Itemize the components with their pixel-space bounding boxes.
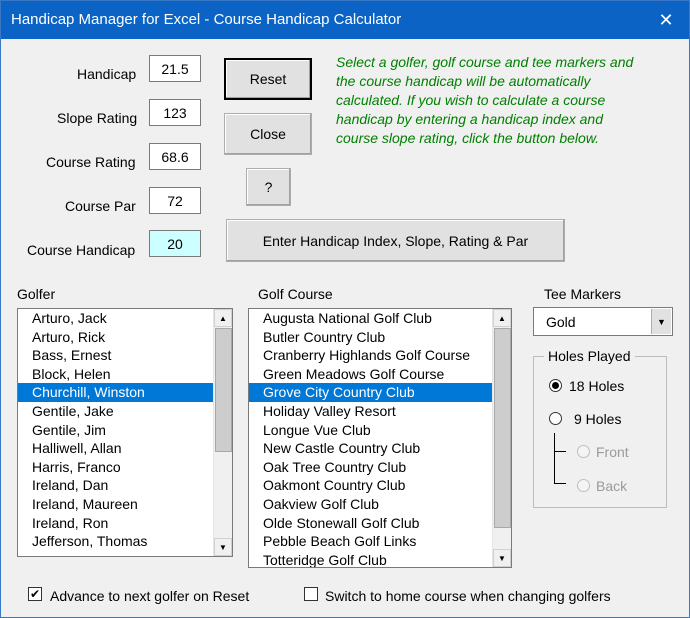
radio-9-holes-label: 9 Holes — [574, 411, 622, 427]
tree-connector — [554, 483, 566, 484]
course-par-label: Course Par — [65, 198, 136, 214]
chevron-down-icon[interactable]: ▼ — [651, 309, 671, 334]
list-item[interactable]: Oakmont Country Club — [249, 476, 492, 495]
list-item[interactable]: Cranberry Highlands Golf Course — [249, 346, 492, 365]
list-item[interactable]: Grove City Country Club — [249, 383, 492, 402]
slope-rating-label: Slope Rating — [57, 110, 138, 126]
enter-handicap-button[interactable]: Enter Handicap Index, Slope, Rating & Pa… — [226, 219, 565, 262]
list-item[interactable]: Pebble Beach Golf Links — [249, 532, 492, 551]
radio-18-holes-label: 18 Holes — [569, 378, 625, 394]
list-item[interactable]: Butler Country Club — [249, 328, 492, 347]
course-handicap-label: Course Handicap — [27, 242, 136, 258]
course-scrollbar[interactable]: ▲ ▼ — [492, 309, 511, 567]
golfer-listbox[interactable]: Arturo, Jack Arturo, Rick Bass, Ernest Bloc… — [17, 308, 233, 557]
course-rating-field[interactable]: 68.6 — [149, 143, 201, 170]
golf-course-list: Augusta National Golf Club Butler Country… — [249, 309, 492, 567]
list-item[interactable]: Arturo, Rick — [18, 328, 213, 347]
list-item[interactable]: Harris, Franco — [18, 458, 213, 477]
list-item[interactable]: Churchill, Winston — [18, 383, 213, 402]
handicap-label: Handicap — [77, 66, 137, 82]
list-item[interactable]: Olde Stonewall Golf Club — [249, 514, 492, 533]
tee-markers-label: Tee Markers — [544, 286, 622, 302]
list-item[interactable]: New Castle Country Club — [249, 439, 492, 458]
advance-golfer-label: Advance to next golfer on Reset — [50, 588, 250, 604]
golfer-scrollbar[interactable]: ▲ ▼ — [213, 309, 232, 556]
list-item[interactable]: Ireland, Maureen — [18, 495, 213, 514]
list-item[interactable]: Gentile, Jim — [18, 421, 213, 440]
radio-front-label: Front — [596, 444, 629, 460]
switch-home-course-checkbox[interactable] — [304, 587, 318, 601]
help-button[interactable]: ? — [246, 168, 291, 206]
radio-9-holes[interactable] — [549, 412, 562, 425]
instructions-text: Select a golfer, golf course and tee mar… — [336, 54, 634, 146]
course-handicap-field: 20 — [149, 230, 201, 257]
course-par-field[interactable]: 72 — [149, 187, 201, 214]
slope-rating-field[interactable]: 123 — [149, 99, 201, 126]
close-icon[interactable]: ✕ — [643, 1, 689, 39]
title-bar: Handicap Manager for Excel - Course Hand… — [1, 1, 689, 39]
list-item[interactable]: Jefferson, Thomas — [18, 532, 213, 551]
golf-course-label: Golf Course — [258, 286, 333, 302]
reset-button[interactable]: Reset — [224, 58, 312, 100]
list-item[interactable]: Longue Vue Club — [249, 421, 492, 440]
tree-connector — [554, 433, 555, 483]
list-item[interactable]: Augusta National Golf Club — [249, 309, 492, 328]
list-item[interactable]: Totteridge Golf Club — [249, 551, 492, 567]
scroll-up-icon[interactable]: ▲ — [214, 309, 232, 327]
list-item[interactable]: Halliwell, Allan — [18, 439, 213, 458]
scroll-up-icon[interactable]: ▲ — [493, 309, 511, 327]
advance-golfer-checkbox[interactable]: ✔ — [28, 587, 42, 601]
tree-connector — [554, 451, 566, 452]
list-item[interactable]: Bass, Ernest — [18, 346, 213, 365]
golf-course-listbox[interactable]: Augusta National Golf Club Butler Country… — [248, 308, 512, 568]
list-item[interactable]: Holiday Valley Resort — [249, 402, 492, 421]
holes-played-caption: Holes Played — [544, 348, 635, 364]
scroll-down-icon[interactable]: ▼ — [493, 549, 511, 567]
list-item[interactable]: Green Meadows Golf Course — [249, 365, 492, 384]
close-button[interactable]: Close — [224, 113, 312, 155]
tee-markers-value: Gold — [546, 314, 576, 330]
scroll-thumb[interactable] — [215, 328, 232, 452]
list-item[interactable]: Arturo, Jack — [18, 309, 213, 328]
handicap-field[interactable]: 21.5 — [149, 55, 201, 82]
list-item[interactable]: Block, Helen — [18, 365, 213, 384]
window-title: Handicap Manager for Excel - Course Hand… — [11, 11, 402, 28]
radio-back-label: Back — [596, 478, 628, 494]
golfer-list: Arturo, Jack Arturo, Rick Bass, Ernest Bloc… — [18, 309, 213, 551]
list-item[interactable]: Gentile, Jake — [18, 402, 213, 421]
switch-home-course-label: Switch to home course when changing golf… — [325, 588, 611, 604]
radio-back-nine[interactable] — [577, 479, 590, 492]
course-rating-label: Course Rating — [46, 154, 136, 170]
course-handicap-dialog: Handicap Manager for Excel - Course Hand… — [0, 0, 690, 618]
golfer-label: Golfer — [17, 286, 56, 302]
radio-18-holes[interactable] — [549, 379, 562, 392]
radio-front-nine[interactable] — [577, 445, 590, 458]
scroll-down-icon[interactable]: ▼ — [214, 538, 232, 556]
tee-markers-select[interactable]: Gold ▼ — [533, 307, 673, 336]
scroll-thumb[interactable] — [494, 328, 511, 528]
list-item[interactable]: Ireland, Ron — [18, 514, 213, 533]
list-item[interactable]: Oakview Golf Club — [249, 495, 492, 514]
list-item[interactable]: Ireland, Dan — [18, 476, 213, 495]
list-item[interactable]: Oak Tree Country Club — [249, 458, 492, 477]
